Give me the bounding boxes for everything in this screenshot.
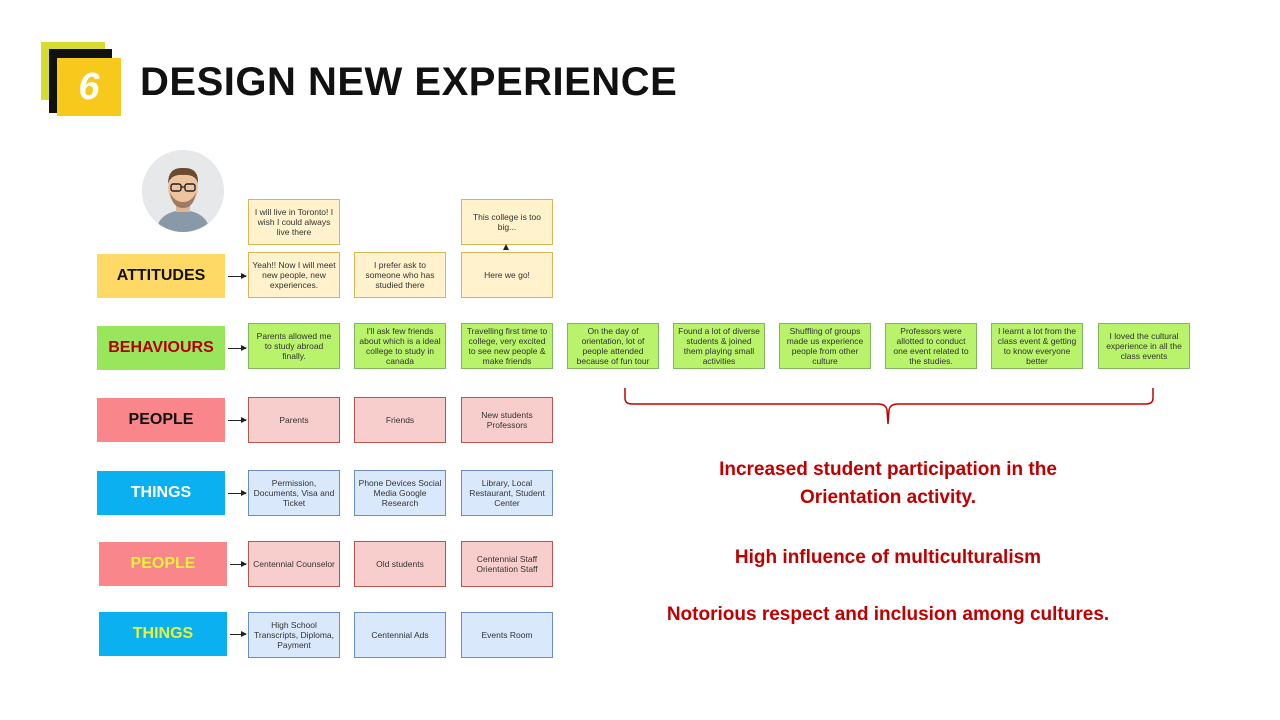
attitude-card-2: I prefer ask to someone who has studied … xyxy=(354,252,446,298)
arrow-behaviours xyxy=(228,345,247,351)
label-people-before: PEOPLE xyxy=(97,398,225,442)
attitude-card-1: Yeah!! Now I will meet new people, new e… xyxy=(248,252,340,298)
arrow-attitudes xyxy=(228,273,247,279)
attitude-card-top-3: This college is too big... xyxy=(461,199,553,245)
up-arrow-icon xyxy=(503,244,509,250)
behaviour-card-4: On the day of orientation, lot of people… xyxy=(567,323,659,369)
behaviour-card-7: Professors were allotted to conduct one … xyxy=(885,323,977,369)
label-things-before: THINGS xyxy=(97,471,225,515)
conclusion-multiculturalism: High influence of multiculturalism xyxy=(734,547,1042,568)
step-number-badge: 6 xyxy=(57,58,121,116)
behaviour-card-1: Parents allowed me to study abroad final… xyxy=(248,323,340,369)
things-after-card-2: Centennial Ads xyxy=(354,612,446,658)
arrow-people-after xyxy=(230,561,247,567)
behaviour-card-5: Found a lot of diverse students & joined… xyxy=(673,323,765,369)
arrow-things-after xyxy=(230,631,247,637)
person-avatar-icon xyxy=(142,150,224,232)
people-after-card-1: Centennial Counselor xyxy=(248,541,340,587)
things-after-card-1: High School Transcripts, Diploma, Paymen… xyxy=(248,612,340,658)
people-card-3: New students Professors xyxy=(461,397,553,443)
things-card-3: Library, Local Restaurant, Student Cente… xyxy=(461,470,553,516)
conclusion-participation: Increased student participation in the O… xyxy=(719,459,1057,508)
behaviour-card-3: Travelling first time to college, very e… xyxy=(461,323,553,369)
user-avatar xyxy=(142,150,224,232)
curly-brace-icon xyxy=(624,388,1154,425)
people-card-2: Friends xyxy=(354,397,446,443)
page-title: DESIGN NEW EXPERIENCE xyxy=(140,60,678,104)
arrow-things-before xyxy=(228,490,247,496)
people-after-card-2: Old students xyxy=(354,541,446,587)
behaviour-card-8: I learnt a lot from the class event & ge… xyxy=(991,323,1083,369)
label-behaviours: BEHAVIOURS xyxy=(97,326,225,370)
people-after-card-3: Centennial Staff Orientation Staff xyxy=(461,541,553,587)
label-attitudes: ATTITUDES xyxy=(97,254,225,298)
things-card-2: Phone Devices Social Media Google Resear… xyxy=(354,470,446,516)
attitude-card-top-1: I will live in Toronto! I wish I could a… xyxy=(248,199,340,245)
people-card-1: Parents xyxy=(248,397,340,443)
conclusion-respect: Notorious respect and inclusion among cu… xyxy=(666,604,1110,625)
behaviour-card-2: I'll ask few friends about which is a id… xyxy=(354,323,446,369)
arrow-people-before xyxy=(228,417,247,423)
things-after-card-3: Events Room xyxy=(461,612,553,658)
behaviour-card-6: Shuffling of groups made us experience p… xyxy=(779,323,871,369)
label-things-after: THINGS xyxy=(99,612,227,656)
things-card-1: Permission, Documents, Visa and Ticket xyxy=(248,470,340,516)
label-people-after: PEOPLE xyxy=(99,542,227,586)
behaviour-card-9: I loved the cultural experience in all t… xyxy=(1098,323,1190,369)
attitude-card-3: Here we go! xyxy=(461,252,553,298)
